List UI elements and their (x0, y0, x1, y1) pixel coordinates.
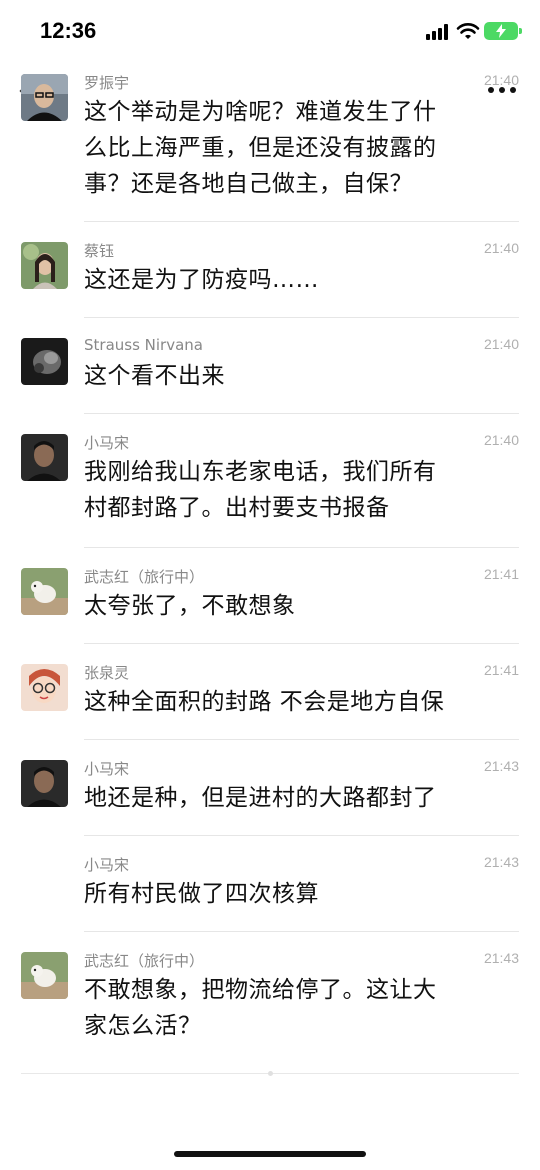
message-time: 21:43 (483, 758, 519, 774)
message-time: 21:41 (483, 662, 519, 678)
avatar[interactable] (21, 664, 68, 711)
message-time: 21:40 (483, 72, 519, 88)
message-item: 小马宋 21:40 我刚给我山东老家电话，我们所有 村都封路了。出村要支书报备 (0, 414, 540, 548)
message-time: 21:41 (483, 566, 519, 582)
sender-name: 小马宋 (84, 760, 130, 778)
message-time: 21:40 (483, 336, 519, 352)
message-text: 我刚给我山东老家电话，我们所有 村都封路了。出村要支书报备 (84, 459, 437, 521)
sender-name: 武志红（旅行中） (84, 952, 205, 970)
avatar[interactable] (21, 952, 68, 999)
message-item: Strauss Nirvana 21:40 这个看不出来 (0, 318, 540, 414)
message-list: 罗振宇 21:40 这个举动是为啥呢？难道发生了什 么比上海严重，但是还没有披露的… (0, 64, 540, 1072)
message-text: 这个举动是为啥呢？难道发生了什 么比上海严重，但是还没有披露的 事？还是各地自己做主… (84, 99, 437, 197)
message-time: 21:40 (483, 240, 519, 256)
sender-name: 罗振宇 (84, 74, 130, 92)
message-text: 这个看不出来 (84, 363, 225, 389)
battery-tip (519, 28, 522, 34)
message-item: 罗振宇 21:40 这个举动是为啥呢？难道发生了什 么比上海严重，但是还没有披露的… (0, 64, 540, 222)
wifi-icon (456, 23, 480, 39)
avatar[interactable] (21, 74, 68, 121)
avatar[interactable] (21, 338, 68, 385)
message-item: 张泉灵 21:41 这种全面积的封路 不会是地方自保 (0, 644, 540, 740)
sender-name: 武志红（旅行中） (84, 568, 205, 586)
status-time: 12:36 (40, 18, 97, 43)
message-time: 21:43 (483, 950, 519, 966)
avatar[interactable] (21, 568, 68, 615)
avatar[interactable] (21, 434, 68, 481)
message-text: 这种全面积的封路 不会是地方自保 (84, 689, 445, 715)
message-item: 小马宋 21:43 地还是种，但是进村的大路都封了 (0, 740, 540, 836)
message-text: 所有村民做了四次核算 (84, 881, 319, 907)
message-text: 不敢想象，把物流给停了。这让大 家怎么活？ (84, 977, 437, 1039)
message-text: 太夸张了，不敢想象 (84, 593, 296, 619)
status-bar: 12:36 (0, 0, 540, 64)
sender-name: 小马宋 (84, 856, 130, 874)
battery-charging-icon (484, 22, 518, 40)
sender-name: 小马宋 (84, 434, 130, 452)
message-item: 蔡钰 21:40 这还是为了防疫吗…… (0, 222, 540, 318)
avatar[interactable] (21, 760, 68, 807)
message-time: 21:43 (483, 854, 519, 870)
message-text: 这还是为了防疫吗…… (84, 267, 319, 293)
message-item: 小马宋 21:43 所有村民做了四次核算 (0, 836, 540, 932)
message-text: 地还是种，但是进村的大路都封了 (84, 785, 437, 811)
avatar[interactable] (21, 242, 68, 289)
message-item: 武志红（旅行中） 21:43 不敢想象，把物流给停了。这让大 家怎么活？ (0, 932, 540, 1072)
message-time: 21:40 (483, 432, 519, 448)
cellular-signal-icon (426, 24, 452, 40)
sender-name: 张泉灵 (84, 664, 130, 682)
list-end-dot (268, 1071, 273, 1076)
sender-name: Strauss Nirvana (84, 336, 203, 354)
home-indicator[interactable] (174, 1151, 366, 1157)
message-item: 武志红（旅行中） 21:41 太夸张了，不敢想象 (0, 548, 540, 644)
sender-name: 蔡钰 (84, 242, 115, 260)
